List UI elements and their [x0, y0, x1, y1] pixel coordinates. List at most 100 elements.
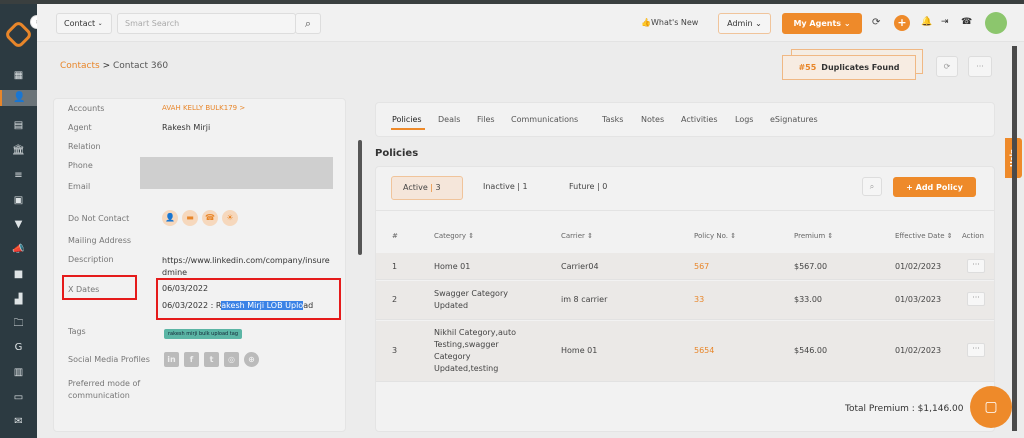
- add-policy-button[interactable]: + Add Policy: [893, 177, 976, 197]
- row3-action-button[interactable]: ···: [967, 343, 985, 357]
- sidebar: ▦ 👤 ▤ 🏛 ≡ ▣ ▼ 📣 ■ ▟ 🗀 G ▥ ▭ ✉: [0, 4, 37, 438]
- whats-new-link[interactable]: 👍What's New: [641, 18, 698, 27]
- bank-icon[interactable]: 🏛: [9, 143, 28, 159]
- policy-search-button[interactable]: ⌕: [862, 177, 882, 196]
- page-scrollbar[interactable]: [1012, 46, 1017, 431]
- accounts-link[interactable]: AVAH KELLY BULK179 >: [162, 104, 245, 112]
- filter-inactive[interactable]: Inactive | 1: [483, 182, 528, 191]
- breadcrumb: Contacts > Contact 360: [60, 61, 169, 71]
- list-icon[interactable]: ≡: [9, 168, 28, 184]
- mail-icon[interactable]: ✉: [9, 414, 28, 430]
- filter-active[interactable]: Active | 3: [391, 176, 463, 200]
- agent-label: Agent: [68, 123, 92, 132]
- row3-premium: $546.00: [794, 346, 828, 355]
- tab-files[interactable]: Files: [477, 115, 495, 124]
- message-icon[interactable]: ▬: [182, 210, 198, 226]
- duplicates-found-button[interactable]: #55 Duplicates Found: [782, 55, 916, 80]
- row2-policy-link[interactable]: 33: [694, 294, 704, 306]
- avatar[interactable]: [985, 12, 1007, 34]
- policies-heading: Policies: [375, 148, 419, 159]
- breadcrumb-contacts-link[interactable]: Contacts: [60, 61, 100, 71]
- tab-esignatures[interactable]: eSignatures: [770, 115, 818, 124]
- row3-carrier: Home 01: [561, 346, 598, 355]
- left-panel-scrollbar[interactable]: [358, 140, 362, 255]
- tab-notes[interactable]: Notes: [641, 115, 664, 124]
- phone-label: Phone: [68, 161, 93, 170]
- instagram-icon[interactable]: ◎: [224, 352, 239, 367]
- row1-number: 1: [392, 262, 398, 271]
- row2-date: 01/03/2023: [895, 295, 942, 304]
- search-button[interactable]: ⌕: [295, 13, 321, 34]
- refresh-button[interactable]: ⟳: [936, 56, 958, 77]
- entity-select[interactable]: Contact ⌄: [56, 13, 112, 34]
- my-agents-button[interactable]: My Agents ⌄: [782, 13, 862, 34]
- row3-number: 3: [392, 346, 398, 355]
- documents-icon[interactable]: ▤: [9, 118, 28, 134]
- xdates-label: X Dates: [68, 285, 100, 294]
- tab-communications[interactable]: Communications: [511, 115, 578, 124]
- row1-carrier: Carrier04: [561, 262, 599, 271]
- col-effective-date[interactable]: Effective Date ⇕: [895, 232, 953, 240]
- tab-policies[interactable]: Policies: [392, 115, 422, 124]
- bell-icon[interactable]: 🔔: [921, 17, 932, 27]
- row2-action-button[interactable]: ···: [967, 292, 985, 306]
- filter-future[interactable]: Future | 0: [569, 182, 607, 191]
- facebook-icon[interactable]: f: [184, 352, 199, 367]
- selected-text: akesh Mirji LOB Uplo: [221, 301, 304, 310]
- col-policy-no[interactable]: Policy No. ⇕: [694, 232, 736, 240]
- col-carrier[interactable]: Carrier ⇕: [561, 232, 593, 240]
- xdate-2: 06/03/2022 : Rakesh Mirji LOB Upload: [162, 301, 314, 310]
- description-label: Description: [68, 255, 114, 264]
- row2-number: 2: [392, 295, 398, 304]
- calendar-grid-icon[interactable]: ■: [9, 267, 28, 283]
- calendar-icon[interactable]: ▭: [9, 390, 28, 406]
- tag-badge[interactable]: rakesh mirji bulk upload tag: [164, 329, 242, 339]
- row2-premium: $33.00: [794, 295, 822, 304]
- logout-icon[interactable]: ⇥: [941, 17, 949, 27]
- person-icon[interactable]: 👤: [162, 210, 178, 226]
- google-icon[interactable]: G: [9, 340, 28, 356]
- linkedin-icon[interactable]: in: [164, 352, 179, 367]
- sheet-icon[interactable]: ▥: [9, 365, 28, 381]
- row1-policy-link[interactable]: 567: [694, 261, 709, 273]
- admin-select[interactable]: Admin ⌄: [718, 13, 771, 34]
- sun-icon[interactable]: ☀: [222, 210, 238, 226]
- contacts-icon[interactable]: 👤: [0, 90, 37, 106]
- col-premium[interactable]: Premium ⇕: [794, 232, 833, 240]
- tags-label: Tags: [68, 327, 86, 336]
- row2-carrier: im 8 carrier: [561, 295, 608, 304]
- row1-category: Home 01: [434, 262, 471, 271]
- logo-icon: [3, 19, 34, 50]
- add-circle-icon[interactable]: +: [894, 15, 910, 31]
- chart-icon[interactable]: ▟: [9, 292, 28, 308]
- dashboard-icon[interactable]: ▦: [9, 68, 28, 84]
- agent-value: Rakesh Mirji: [162, 123, 211, 132]
- row1-action-button[interactable]: ···: [967, 259, 985, 273]
- chat-launcher-button[interactable]: ▢: [970, 386, 1012, 428]
- contact-card-icon[interactable]: ▣: [9, 193, 28, 209]
- col-action: Action: [962, 232, 984, 240]
- megaphone-icon[interactable]: 📣: [9, 242, 28, 258]
- phone-icon[interactable]: ☎: [961, 17, 972, 27]
- accounts-label: Accounts: [68, 104, 105, 113]
- tab-activities[interactable]: Activities: [681, 115, 718, 124]
- tab-logs[interactable]: Logs: [735, 115, 753, 124]
- folder-icon[interactable]: 🗀: [9, 316, 28, 332]
- globe-icon[interactable]: ⊕: [244, 352, 259, 367]
- row3-policy-link[interactable]: 5654: [694, 345, 714, 357]
- tab-tasks[interactable]: Tasks: [602, 115, 623, 124]
- xdate-1: 06/03/2022: [162, 284, 209, 293]
- refresh-icon[interactable]: ⟳: [872, 17, 880, 28]
- total-premium: Total Premium : $1,146.00: [845, 404, 964, 414]
- phone-icon[interactable]: ☎: [202, 210, 218, 226]
- search-input[interactable]: Smart Search: [117, 13, 296, 34]
- row2-category: Swagger Category Updated: [434, 289, 508, 310]
- tab-deals[interactable]: Deals: [438, 115, 460, 124]
- breadcrumb-current: Contact 360: [113, 61, 169, 71]
- twitter-icon[interactable]: t: [204, 352, 219, 367]
- col-category[interactable]: Category ⇕: [434, 232, 474, 240]
- active-tab-underline: [391, 128, 425, 130]
- filter-icon[interactable]: ▼: [9, 217, 28, 233]
- row1-premium: $567.00: [794, 262, 828, 271]
- more-options-button[interactable]: ···: [968, 56, 992, 77]
